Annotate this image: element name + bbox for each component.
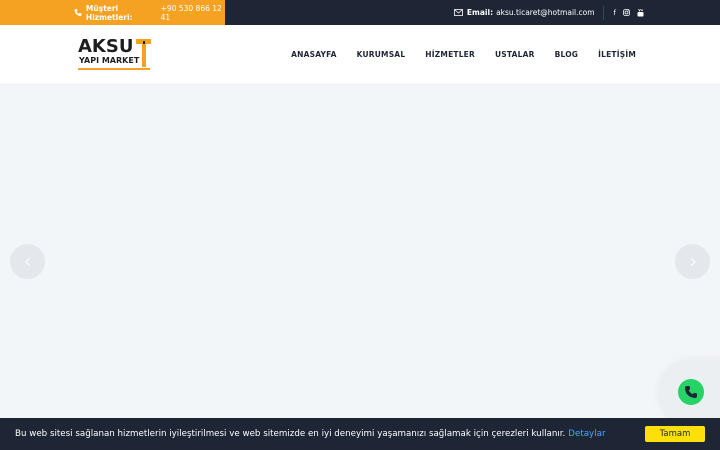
logo-text-bottom: YAPI MARKET <box>79 56 140 65</box>
divider <box>602 5 604 20</box>
logo-text-top: AKSU <box>78 36 134 57</box>
cookie-banner: Bu web sitesi sağlanan hizmetlerin iyile… <box>0 418 720 450</box>
site-header: AKSU YAPI MARKET ANASAYFA KURUMSAL HİZME… <box>0 25 720 83</box>
instagram-icon[interactable] <box>623 9 630 16</box>
phone-icon <box>74 9 82 16</box>
chevron-right-icon <box>690 257 696 266</box>
chevron-left-icon <box>24 257 30 266</box>
hero-slider <box>0 83 720 450</box>
main-nav: ANASAYFA KURUMSAL HİZMETLER USTALAR BLOG… <box>291 25 636 83</box>
whatsapp-icon <box>685 386 697 398</box>
hammer-icon <box>136 39 151 67</box>
nav-kurumsal[interactable]: KURUMSAL <box>357 50 406 59</box>
nav-ustalar[interactable]: USTALAR <box>495 50 535 59</box>
email-address[interactable]: aksu.ticaret@hotmail.com <box>496 8 594 17</box>
email-label: Email: <box>466 8 494 17</box>
phone-label: Müşteri Hizmetleri: <box>85 3 133 22</box>
nav-anasayfa[interactable]: ANASAYFA <box>291 50 336 59</box>
nav-blog[interactable]: BLOG <box>555 50 579 59</box>
facebook-icon[interactable]: f <box>614 9 616 17</box>
nav-iletisim[interactable]: İLETİŞİM <box>598 50 636 59</box>
customer-service[interactable]: Müşteri Hizmetleri: +90 530 866 12 41 <box>0 0 225 25</box>
cookie-accept-button[interactable]: Tamam <box>645 426 705 442</box>
phone-number[interactable]: +90 530 866 12 41 <box>161 4 225 22</box>
logo-underline <box>78 68 150 70</box>
nav-hizmetler[interactable]: HİZMETLER <box>425 50 475 59</box>
mail-icon <box>454 9 463 16</box>
contact-info: Email: aksu.ticaret@hotmail.com f <box>454 0 644 25</box>
cookie-text: Bu web sitesi sağlanan hizmetlerin iyile… <box>15 429 566 439</box>
slider-prev-button[interactable] <box>10 244 45 279</box>
youtube-icon[interactable] <box>637 8 644 17</box>
slider-next-button[interactable] <box>675 244 710 279</box>
logo[interactable]: AKSU YAPI MARKET <box>78 38 152 70</box>
social-links: f <box>614 8 644 17</box>
whatsapp-widget <box>660 361 720 425</box>
whatsapp-button[interactable] <box>678 379 704 405</box>
top-bar: Müşteri Hizmetleri: +90 530 866 12 41 Em… <box>0 0 720 25</box>
cookie-details-link[interactable]: Detaylar <box>568 429 605 439</box>
